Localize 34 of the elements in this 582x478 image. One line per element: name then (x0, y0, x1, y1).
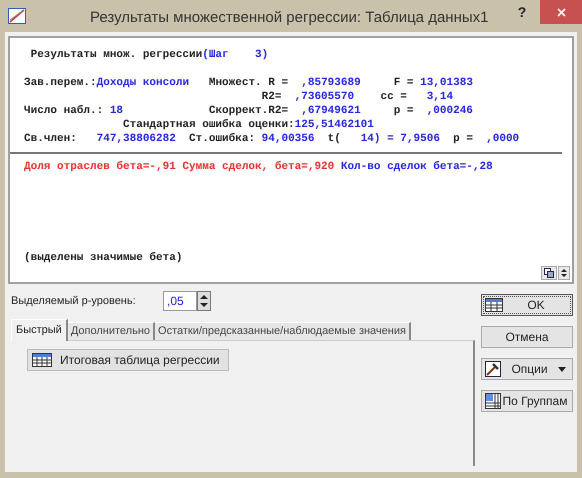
report-heading: Результаты множ. регрессии(Шаг 3) (30, 48, 270, 62)
help-button[interactable]: ? (512, 2, 532, 22)
close-icon (556, 8, 566, 16)
dialog-button[interactable]: Отмена (481, 326, 573, 348)
updown-arrow-icon (561, 269, 567, 277)
dropdown-arrow-icon (558, 366, 566, 372)
tab[interactable]: Быстрый (11, 319, 68, 341)
options-menu-button[interactable]: Опции (481, 358, 573, 380)
dialog-button[interactable]: OK (481, 294, 573, 316)
table-icon (485, 298, 503, 312)
spin-arrows-icon (200, 293, 208, 309)
grouped-table-icon (485, 393, 501, 409)
p-level-label: Выделяемый p-уровень: (11, 294, 137, 309)
report-line: R2= ,73605570 cc = 3,14 (260, 90, 454, 104)
report-footnote: (выделены значимые бета) (24, 251, 182, 266)
summary-table-button[interactable]: Итоговая таблица регрессии (27, 349, 229, 371)
table-icon (32, 353, 52, 367)
copy-icon (544, 268, 554, 278)
beta-coefficients-line: Доля отраслев бета=-,91 Сумма сделок, бета=,920 Кол-во сделок бета=-,28 (23, 160, 494, 174)
chart-icon (8, 8, 26, 24)
tab[interactable]: Дополнительно (68, 322, 156, 340)
dialog-button[interactable]: По Группам (481, 390, 573, 412)
spin-button[interactable] (197, 291, 211, 311)
scroll-button[interactable] (558, 266, 570, 280)
report-line: Св.член: 747,38806282 Ст.ошибка: 94,00356 t( 14) = 7,9506 p = ,0000 (24, 132, 520, 146)
tab[interactable]: Остатки/предсказанные/наблюдаемые значения (155, 322, 411, 340)
close-button[interactable] (540, 0, 582, 24)
report-line: Зав.перем.:Доходы консоли Множест. R = ,85793689 F = 13,01383 (24, 76, 474, 90)
report-line: Число набл.: 18 Скоррект.R2= ,67949621 p = ,000246 (24, 104, 474, 118)
window-title: Результаты множественной регрессии: Таблица данных1 (90, 8, 488, 28)
p-level-field[interactable]: ,05 (163, 291, 197, 311)
copy-button[interactable] (541, 266, 557, 280)
report-line: Стандартная ошибка оценки:125,51462101 (122, 118, 375, 132)
tools-icon (485, 361, 501, 377)
